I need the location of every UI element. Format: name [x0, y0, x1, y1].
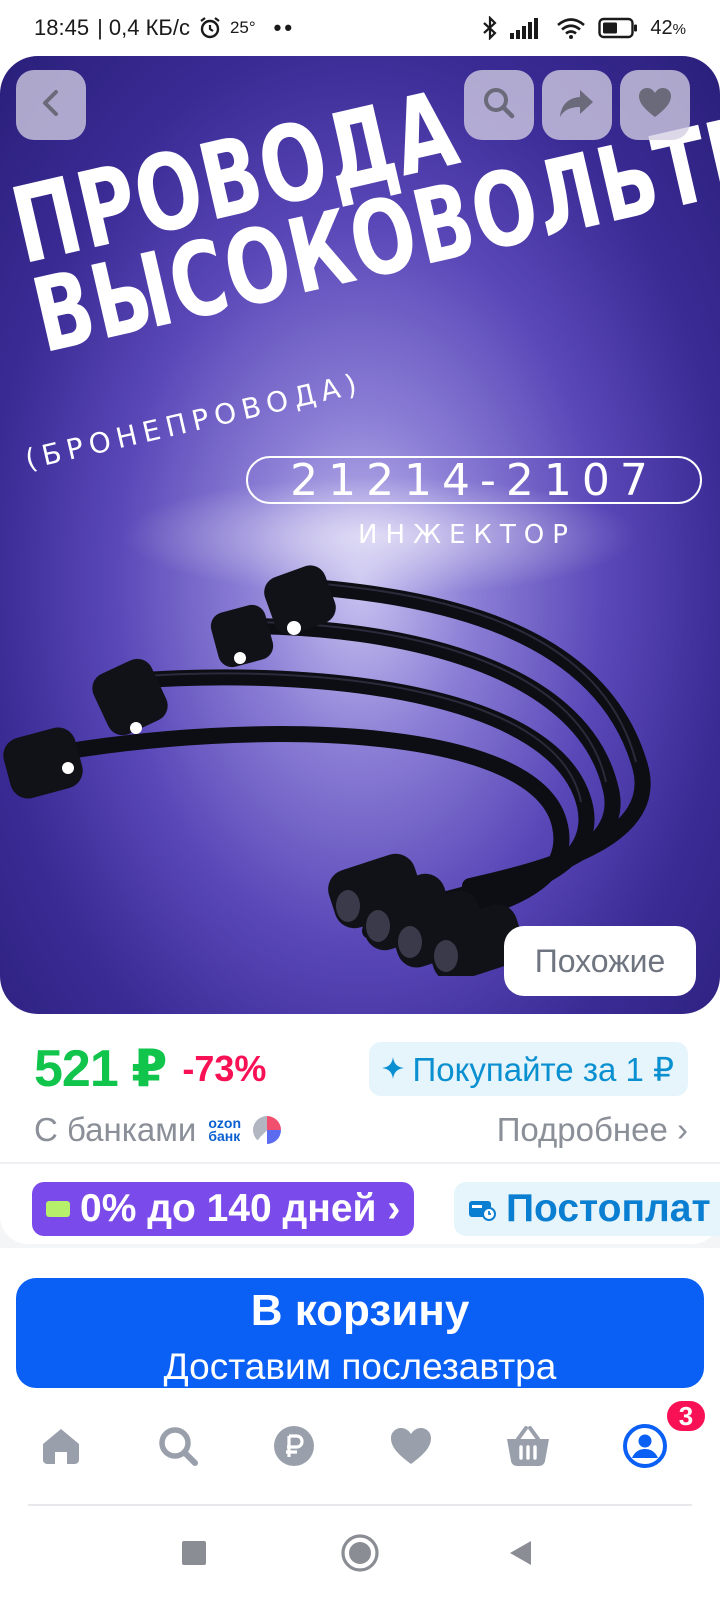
image-model-badge: 21214-2107	[246, 455, 702, 506]
status-time: 18:45	[34, 15, 90, 40]
cart-icon	[505, 1425, 551, 1472]
product-page: 18:45 | 0,4 КБ/с 25° •• 42% ПРОВОДА ВЫСО…	[0, 0, 720, 1600]
price: 521 ₽	[34, 1040, 167, 1098]
cart-panel: В корзину Доставим послезавтра	[0, 1262, 720, 1398]
add-to-cart-label: В корзину	[250, 1286, 470, 1335]
discount-badge: -73%	[182, 1048, 267, 1089]
product-image[interactable]: ПРОВОДА ВЫСОКОВОЛЬТНЫЕ (БРОНЕПРОВОДА) 21…	[0, 56, 720, 1014]
installment-label: 0% до 140 дней ›	[80, 1187, 401, 1230]
status-right: 42%	[482, 16, 686, 40]
battery-value: 42	[650, 16, 673, 39]
favorites-icon	[389, 1426, 433, 1471]
ozon-bank-logo: ozon банк	[208, 1117, 241, 1144]
buy-for-one-label: Покупайте за 1 ₽	[412, 1050, 674, 1088]
nav-search[interactable]	[150, 1420, 206, 1476]
more-dots: ••	[273, 15, 296, 40]
recents-icon	[181, 1540, 207, 1571]
add-to-cart-button[interactable]: В корзину Доставим послезавтра	[16, 1278, 704, 1388]
heart-icon	[637, 87, 673, 124]
alarm-icon	[198, 16, 222, 40]
card-icon	[46, 1201, 70, 1217]
search-icon	[156, 1424, 200, 1473]
promo-row: 0% до 140 дней › Постоплат	[0, 1164, 720, 1248]
profile-icon	[623, 1423, 667, 1473]
postpay-button[interactable]: Постоплат	[454, 1182, 720, 1236]
signal-icon	[510, 17, 544, 39]
image-title: ПРОВОДА ВЫСОКОВОЛЬТНЫЕ	[2, 56, 720, 377]
details-link[interactable]: Подробнее ›	[497, 1111, 688, 1149]
favorite-button[interactable]	[620, 70, 690, 140]
bank-logo-line2: банк	[208, 1128, 241, 1144]
share-button[interactable]	[542, 70, 612, 140]
sparkle-icon	[381, 1050, 405, 1088]
wifi-icon	[556, 17, 586, 39]
battery-icon	[598, 17, 638, 39]
back-nav-button[interactable]	[495, 1530, 545, 1580]
image-engine-type: ИНЖЕКТОР	[358, 520, 576, 550]
installment-button[interactable]: 0% до 140 дней ›	[32, 1182, 415, 1236]
status-bar: 18:45 | 0,4 КБ/с 25° •• 42%	[0, 0, 720, 56]
buy-for-one-ruble[interactable]: Покупайте за 1 ₽	[368, 1042, 688, 1096]
home-icon	[340, 1533, 380, 1578]
back-button[interactable]	[16, 70, 86, 140]
recents-button[interactable]	[169, 1530, 219, 1580]
similar-button[interactable]: Похожие	[504, 926, 696, 996]
share-icon	[558, 86, 596, 125]
system-nav	[0, 1508, 720, 1600]
nav-profile[interactable]	[617, 1420, 673, 1476]
home-icon	[39, 1426, 83, 1471]
temperature: 25°	[229, 18, 256, 37]
battery-level: 42%	[650, 17, 686, 40]
delivery-label: Доставим послезавтра	[163, 1346, 557, 1387]
nav-favorites[interactable]	[383, 1420, 439, 1476]
price-row: 521 ₽ -73% Покупайте за 1 ₽	[34, 1038, 688, 1100]
back-icon	[38, 88, 64, 123]
search-button[interactable]	[464, 70, 534, 140]
nav-finance[interactable]	[266, 1420, 322, 1476]
bank-logo-icon	[253, 1116, 282, 1144]
home-button[interactable]	[335, 1530, 385, 1580]
ignition-cables-illustration	[3, 565, 651, 976]
bottom-nav	[0, 1398, 720, 1498]
nav-divider	[28, 1504, 692, 1506]
ruble-icon	[273, 1425, 315, 1472]
nav-cart[interactable]	[500, 1420, 556, 1476]
bank-offer-row[interactable]: С банками ozon банк Подробнее ›	[34, 1106, 688, 1154]
wallet-icon	[468, 1187, 496, 1231]
search-icon	[481, 85, 517, 126]
nav-home[interactable]	[33, 1420, 89, 1476]
network-speed: | 0,4 КБ/с	[97, 15, 190, 40]
promo-card: 0% до 140 дней › Постоплат	[0, 1164, 720, 1244]
profile-notification-badge: 3	[664, 1398, 708, 1434]
battery-unit: %	[672, 20, 686, 38]
postpay-label: Постоплат	[506, 1187, 711, 1230]
status-left: 18:45 | 0,4 КБ/с 25° ••	[34, 15, 295, 41]
bluetooth-icon	[482, 16, 498, 40]
back-icon	[507, 1539, 533, 1572]
bank-offer-label: С банками	[34, 1111, 197, 1148]
